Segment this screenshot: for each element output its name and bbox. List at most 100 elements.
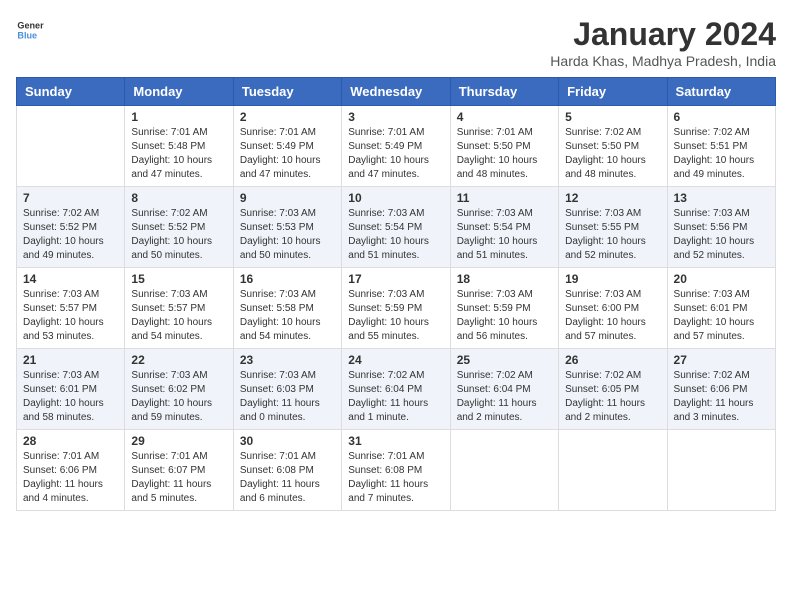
calendar-cell: 27 Sunrise: 7:02 AM Sunset: 6:06 PM Dayli… [667, 349, 775, 430]
day-number: 5 [565, 110, 660, 124]
calendar-header-friday: Friday [559, 78, 667, 106]
calendar-cell [559, 430, 667, 511]
day-info: Sunrise: 7:01 AM Sunset: 6:07 PM Dayligh… [131, 450, 226, 506]
day-info: Sunrise: 7:03 AM Sunset: 6:01 PM Dayligh… [674, 288, 769, 344]
day-number: 17 [348, 272, 443, 286]
calendar-cell: 30Sunrise: 7:01 AM Sunset: 6:08 PM Dayli… [233, 430, 341, 511]
calendar-cell [17, 106, 125, 187]
day-info: Sunrise: 7:03 AM Sunset: 5:54 PM Dayligh… [348, 207, 443, 263]
day-info: Sunrise: 7:03 AM Sunset: 5:54 PM Dayligh… [457, 207, 552, 263]
day-number: 14 [23, 272, 118, 286]
day-number: 21 [23, 353, 118, 367]
calendar-cell: 29 Sunrise: 7:01 AM Sunset: 6:07 PM Dayli… [125, 430, 233, 511]
calendar-cell: 2 Sunrise: 7:01 AM Sunset: 5:49 PM Daylig… [233, 106, 341, 187]
page-header: General Blue General Blue January 2024 H… [16, 16, 776, 69]
day-number: 7 [23, 191, 118, 205]
day-info: Sunrise: 7:02 AM Sunset: 6:06 PM Dayligh… [674, 369, 769, 425]
calendar-week-5: 28Sunrise: 7:01 AM Sunset: 6:06 PM Dayli… [17, 430, 776, 511]
calendar-title: January 2024 [550, 16, 776, 53]
calendar-cell: 22 Sunrise: 7:03 AM Sunset: 6:02 PM Dayli… [125, 349, 233, 430]
title-block: January 2024 Harda Khas, Madhya Pradesh,… [550, 16, 776, 69]
calendar-subtitle: Harda Khas, Madhya Pradesh, India [550, 53, 776, 69]
day-number: 11 [457, 191, 552, 205]
calendar-header-saturday: Saturday [667, 78, 775, 106]
day-number: 8 [131, 191, 226, 205]
calendar-header-row: SundayMondayTuesdayWednesdayThursdayFrid… [17, 78, 776, 106]
calendar-cell: 13Sunrise: 7:03 AM Sunset: 5:56 PM Dayli… [667, 187, 775, 268]
calendar-header-sunday: Sunday [17, 78, 125, 106]
day-number: 1 [131, 110, 226, 124]
day-info: Sunrise: 7:03 AM Sunset: 5:53 PM Dayligh… [240, 207, 335, 263]
calendar-cell: 6Sunrise: 7:02 AM Sunset: 5:51 PM Daylig… [667, 106, 775, 187]
day-info: Sunrise: 7:02 AM Sunset: 6:04 PM Dayligh… [457, 369, 552, 425]
calendar-cell: 24 Sunrise: 7:02 AM Sunset: 6:04 PM Dayli… [342, 349, 450, 430]
calendar-week-4: 21 Sunrise: 7:03 AM Sunset: 6:01 PM Dayli… [17, 349, 776, 430]
day-number: 12 [565, 191, 660, 205]
calendar-cell: 17 Sunrise: 7:03 AM Sunset: 5:59 PM Dayli… [342, 268, 450, 349]
day-info: Sunrise: 7:03 AM Sunset: 5:55 PM Dayligh… [565, 207, 660, 263]
day-number: 16 [240, 272, 335, 286]
day-number: 10 [348, 191, 443, 205]
day-number: 4 [457, 110, 552, 124]
calendar-table: SundayMondayTuesdayWednesdayThursdayFrid… [16, 77, 776, 511]
calendar-header-wednesday: Wednesday [342, 78, 450, 106]
logo-icon: General Blue [16, 16, 44, 44]
day-info: Sunrise: 7:03 AM Sunset: 6:00 PM Dayligh… [565, 288, 660, 344]
day-number: 15 [131, 272, 226, 286]
calendar-cell: 15 Sunrise: 7:03 AM Sunset: 5:57 PM Dayli… [125, 268, 233, 349]
day-info: Sunrise: 7:02 AM Sunset: 5:52 PM Dayligh… [23, 207, 118, 263]
calendar-cell: 19 Sunrise: 7:03 AM Sunset: 6:00 PM Dayli… [559, 268, 667, 349]
calendar-cell: 11 Sunrise: 7:03 AM Sunset: 5:54 PM Dayli… [450, 187, 558, 268]
calendar-cell: 21 Sunrise: 7:03 AM Sunset: 6:01 PM Dayli… [17, 349, 125, 430]
calendar-cell: 7 Sunrise: 7:02 AM Sunset: 5:52 PM Daylig… [17, 187, 125, 268]
day-info: Sunrise: 7:03 AM Sunset: 5:57 PM Dayligh… [23, 288, 118, 344]
day-number: 27 [674, 353, 769, 367]
day-info: Sunrise: 7:01 AM Sunset: 6:08 PM Dayligh… [240, 450, 335, 506]
day-number: 31 [348, 434, 443, 448]
calendar-week-3: 14 Sunrise: 7:03 AM Sunset: 5:57 PM Dayli… [17, 268, 776, 349]
calendar-cell: 5 Sunrise: 7:02 AM Sunset: 5:50 PM Daylig… [559, 106, 667, 187]
calendar-cell: 14 Sunrise: 7:03 AM Sunset: 5:57 PM Dayli… [17, 268, 125, 349]
calendar-cell: 20Sunrise: 7:03 AM Sunset: 6:01 PM Dayli… [667, 268, 775, 349]
day-info: Sunrise: 7:03 AM Sunset: 5:59 PM Dayligh… [348, 288, 443, 344]
day-number: 23 [240, 353, 335, 367]
day-info: Sunrise: 7:01 AM Sunset: 5:48 PM Dayligh… [131, 126, 226, 182]
calendar-cell: 12 Sunrise: 7:03 AM Sunset: 5:55 PM Dayli… [559, 187, 667, 268]
calendar-cell: 3Sunrise: 7:01 AM Sunset: 5:49 PM Daylig… [342, 106, 450, 187]
day-number: 9 [240, 191, 335, 205]
day-number: 24 [348, 353, 443, 367]
day-info: Sunrise: 7:02 AM Sunset: 5:52 PM Dayligh… [131, 207, 226, 263]
day-number: 22 [131, 353, 226, 367]
calendar-cell: 16Sunrise: 7:03 AM Sunset: 5:58 PM Dayli… [233, 268, 341, 349]
calendar-week-1: 1 Sunrise: 7:01 AM Sunset: 5:48 PM Daylig… [17, 106, 776, 187]
calendar-cell: 8 Sunrise: 7:02 AM Sunset: 5:52 PM Daylig… [125, 187, 233, 268]
calendar-cell [667, 430, 775, 511]
day-number: 2 [240, 110, 335, 124]
day-number: 29 [131, 434, 226, 448]
svg-text:General: General [17, 21, 44, 31]
day-info: Sunrise: 7:01 AM Sunset: 5:49 PM Dayligh… [240, 126, 335, 182]
calendar-cell: 26Sunrise: 7:02 AM Sunset: 6:05 PM Dayli… [559, 349, 667, 430]
day-info: Sunrise: 7:02 AM Sunset: 6:04 PM Dayligh… [348, 369, 443, 425]
day-number: 28 [23, 434, 118, 448]
calendar-cell: 23Sunrise: 7:03 AM Sunset: 6:03 PM Dayli… [233, 349, 341, 430]
calendar-cell [450, 430, 558, 511]
day-number: 3 [348, 110, 443, 124]
day-info: Sunrise: 7:03 AM Sunset: 6:02 PM Dayligh… [131, 369, 226, 425]
calendar-cell: 25 Sunrise: 7:02 AM Sunset: 6:04 PM Dayli… [450, 349, 558, 430]
day-number: 19 [565, 272, 660, 286]
day-info: Sunrise: 7:03 AM Sunset: 5:57 PM Dayligh… [131, 288, 226, 344]
day-number: 25 [457, 353, 552, 367]
logo: General Blue General Blue [16, 16, 44, 44]
day-info: Sunrise: 7:01 AM Sunset: 6:08 PM Dayligh… [348, 450, 443, 506]
day-info: Sunrise: 7:02 AM Sunset: 5:50 PM Dayligh… [565, 126, 660, 182]
day-info: Sunrise: 7:03 AM Sunset: 6:01 PM Dayligh… [23, 369, 118, 425]
svg-text:Blue: Blue [17, 30, 37, 40]
day-number: 6 [674, 110, 769, 124]
calendar-cell: 31 Sunrise: 7:01 AM Sunset: 6:08 PM Dayli… [342, 430, 450, 511]
calendar-header-monday: Monday [125, 78, 233, 106]
day-info: Sunrise: 7:03 AM Sunset: 5:56 PM Dayligh… [674, 207, 769, 263]
day-info: Sunrise: 7:02 AM Sunset: 6:05 PM Dayligh… [565, 369, 660, 425]
calendar-cell: 10 Sunrise: 7:03 AM Sunset: 5:54 PM Dayli… [342, 187, 450, 268]
calendar-cell: 1 Sunrise: 7:01 AM Sunset: 5:48 PM Daylig… [125, 106, 233, 187]
